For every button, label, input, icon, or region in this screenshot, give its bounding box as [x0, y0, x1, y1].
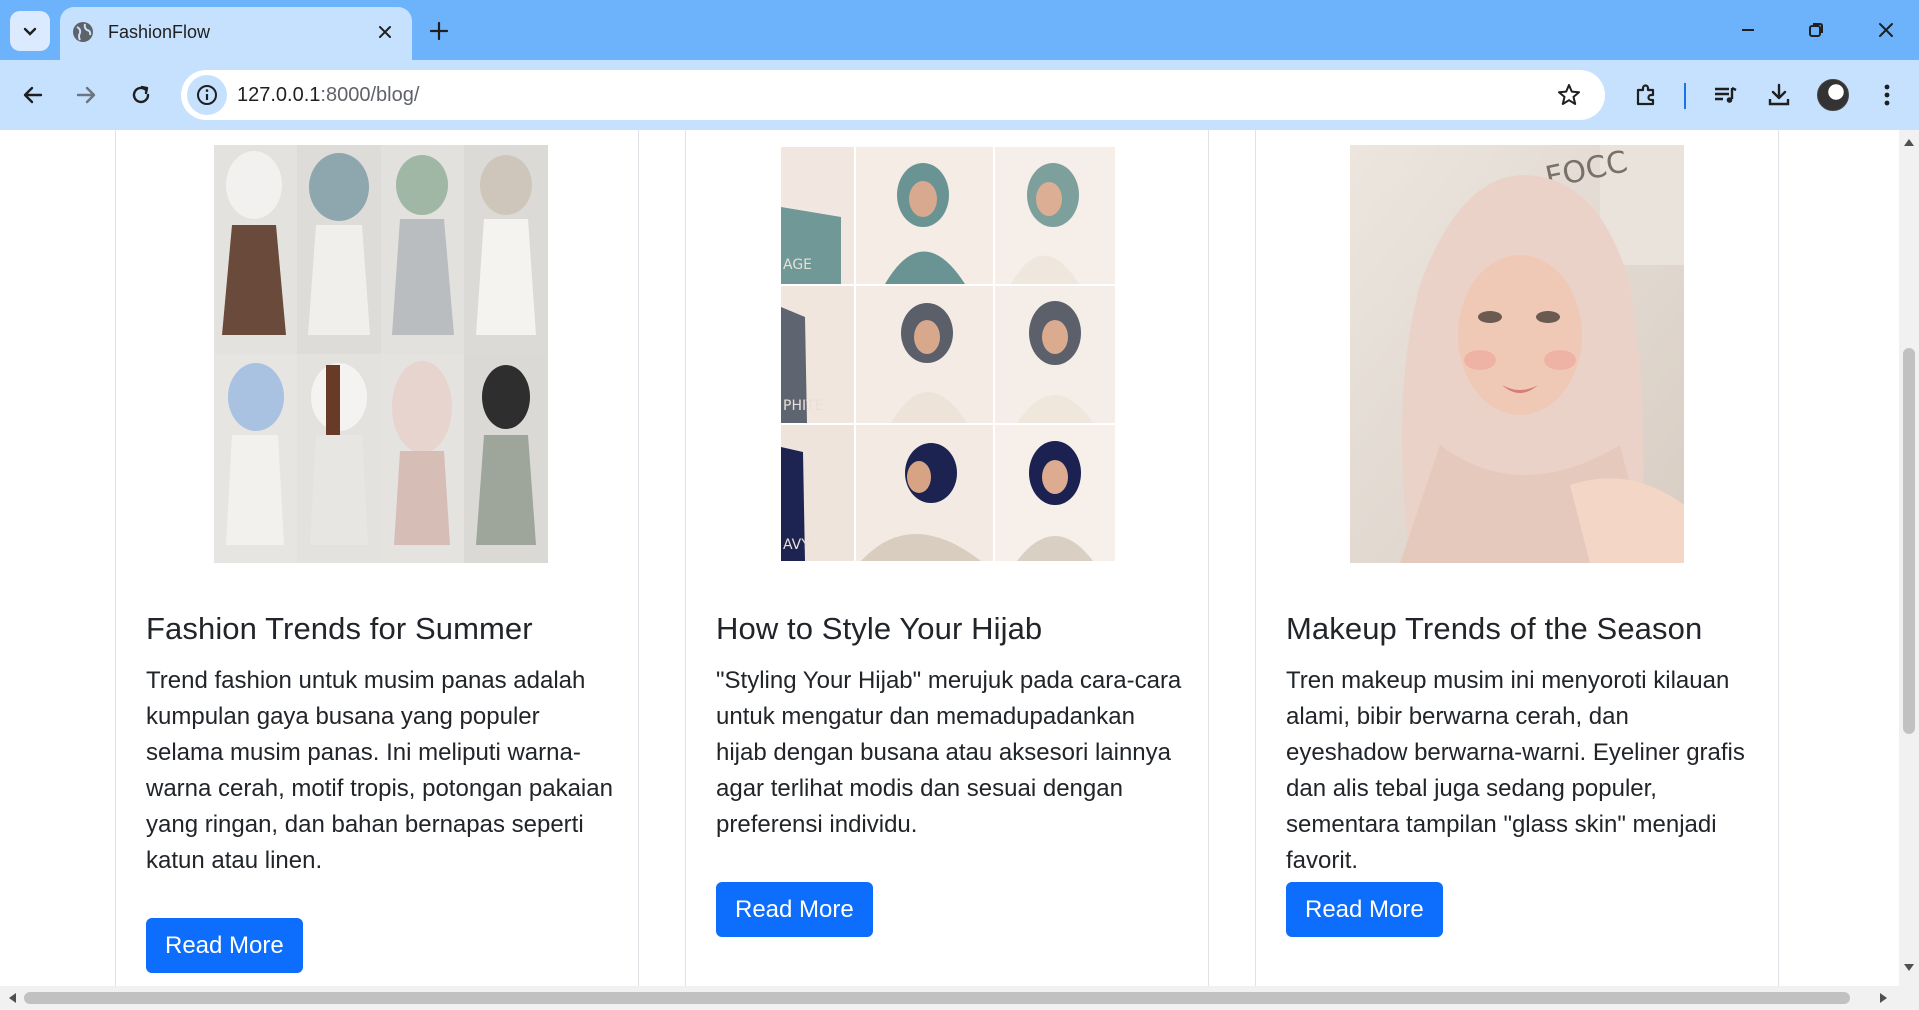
browser-tab-active[interactable]: FashionFlow — [60, 7, 412, 60]
puzzle-icon — [1636, 84, 1655, 106]
chevron-down-icon — [23, 27, 37, 36]
browser-menu-button[interactable] — [1868, 76, 1906, 114]
card-text: "Styling Your Hijab" merujuk pada cara-c… — [716, 667, 1182, 838]
read-more-button[interactable]: Read More — [146, 918, 303, 973]
blog-card: FOCC Makeup Trends of the Season Tren ma… — [1255, 130, 1779, 986]
blog-card: AGE PHITE AVY How to Style Your Hijab "S… — [685, 130, 1209, 986]
browser-tabstrip: FashionFlow — [0, 0, 1919, 60]
horizontal-scrollbar[interactable] — [0, 986, 1919, 1010]
media-controls-button[interactable] — [1706, 76, 1744, 114]
browser-toolbar: 127.0.0.1:8000/blog/ — [0, 60, 1919, 130]
back-button[interactable] — [14, 76, 52, 114]
site-info-button[interactable] — [187, 75, 227, 115]
scroll-up-arrow-icon[interactable] — [1904, 138, 1914, 146]
restore-button[interactable] — [1792, 12, 1840, 48]
card-image-outfits[interactable] — [214, 145, 548, 563]
vertical-scroll-thumb[interactable] — [1903, 348, 1915, 734]
scroll-down-arrow-icon[interactable] — [1904, 964, 1914, 972]
download-icon — [1768, 83, 1790, 106]
outfit-grid-image — [214, 145, 548, 563]
horizontal-scroll-thumb[interactable] — [24, 992, 1850, 1004]
makeup-portrait-image: FOCC — [1350, 145, 1684, 563]
new-tab-button[interactable] — [422, 14, 456, 48]
image-label: AVY — [783, 537, 810, 553]
star-icon — [1558, 84, 1580, 105]
card-image-makeup[interactable]: FOCC — [1350, 145, 1684, 563]
forward-button[interactable] — [67, 76, 105, 114]
reload-button[interactable] — [122, 76, 160, 114]
scroll-left-arrow-icon[interactable] — [8, 993, 16, 1003]
card-title: Makeup Trends of the Season — [1286, 611, 1703, 646]
page-viewport: Fashion Trends for Summer Trend fashion … — [0, 130, 1899, 986]
card-text: Trend fashion untuk musim panas adalah k… — [146, 667, 613, 874]
playlist-icon — [1715, 86, 1737, 103]
profile-avatar[interactable] — [1817, 79, 1849, 111]
card-title: How to Style Your Hijab — [716, 611, 1043, 646]
close-window-button[interactable] — [1862, 12, 1910, 48]
blog-card: Fashion Trends for Summer Trend fashion … — [115, 130, 639, 986]
card-title: Fashion Trends for Summer — [146, 611, 533, 646]
image-label: PHITE — [783, 398, 824, 414]
arrow-right-icon — [76, 86, 96, 104]
restore-icon — [1809, 23, 1823, 37]
minimize-button[interactable] — [1724, 12, 1772, 48]
hijab-grid-image: AGE PHITE AVY — [781, 147, 1115, 561]
close-icon — [379, 26, 391, 38]
bookmark-button[interactable] — [1555, 81, 1583, 109]
more-vertical-icon — [1884, 84, 1890, 106]
minimize-icon — [1742, 29, 1754, 31]
read-more-button[interactable]: Read More — [716, 882, 873, 937]
tab-search-button[interactable] — [10, 11, 50, 51]
card-image-hijab[interactable]: AGE PHITE AVY — [781, 147, 1115, 561]
image-label: AGE — [783, 257, 812, 273]
info-icon — [197, 85, 217, 105]
read-more-button[interactable]: Read More — [1286, 882, 1443, 937]
plus-icon — [429, 21, 449, 41]
extensions-button[interactable] — [1627, 76, 1665, 114]
address-bar[interactable]: 127.0.0.1:8000/blog/ — [181, 70, 1605, 120]
card-text: Tren makeup musim ini menyoroti kilauan … — [1286, 667, 1745, 874]
tab-close-button[interactable] — [372, 19, 398, 45]
globe-icon — [73, 22, 93, 42]
arrow-left-icon — [23, 86, 43, 104]
url-text: 127.0.0.1:8000/blog/ — [237, 84, 419, 107]
downloads-button[interactable] — [1760, 76, 1798, 114]
vertical-scrollbar[interactable] — [1899, 130, 1919, 986]
toolbar-separator — [1684, 83, 1686, 109]
url-path: :8000/blog/ — [320, 84, 420, 106]
scroll-right-arrow-icon[interactable] — [1880, 993, 1888, 1003]
reload-icon — [132, 85, 150, 104]
url-host: 127.0.0.1 — [237, 84, 321, 106]
close-icon — [1879, 23, 1893, 37]
tab-title: FashionFlow — [108, 22, 211, 42]
